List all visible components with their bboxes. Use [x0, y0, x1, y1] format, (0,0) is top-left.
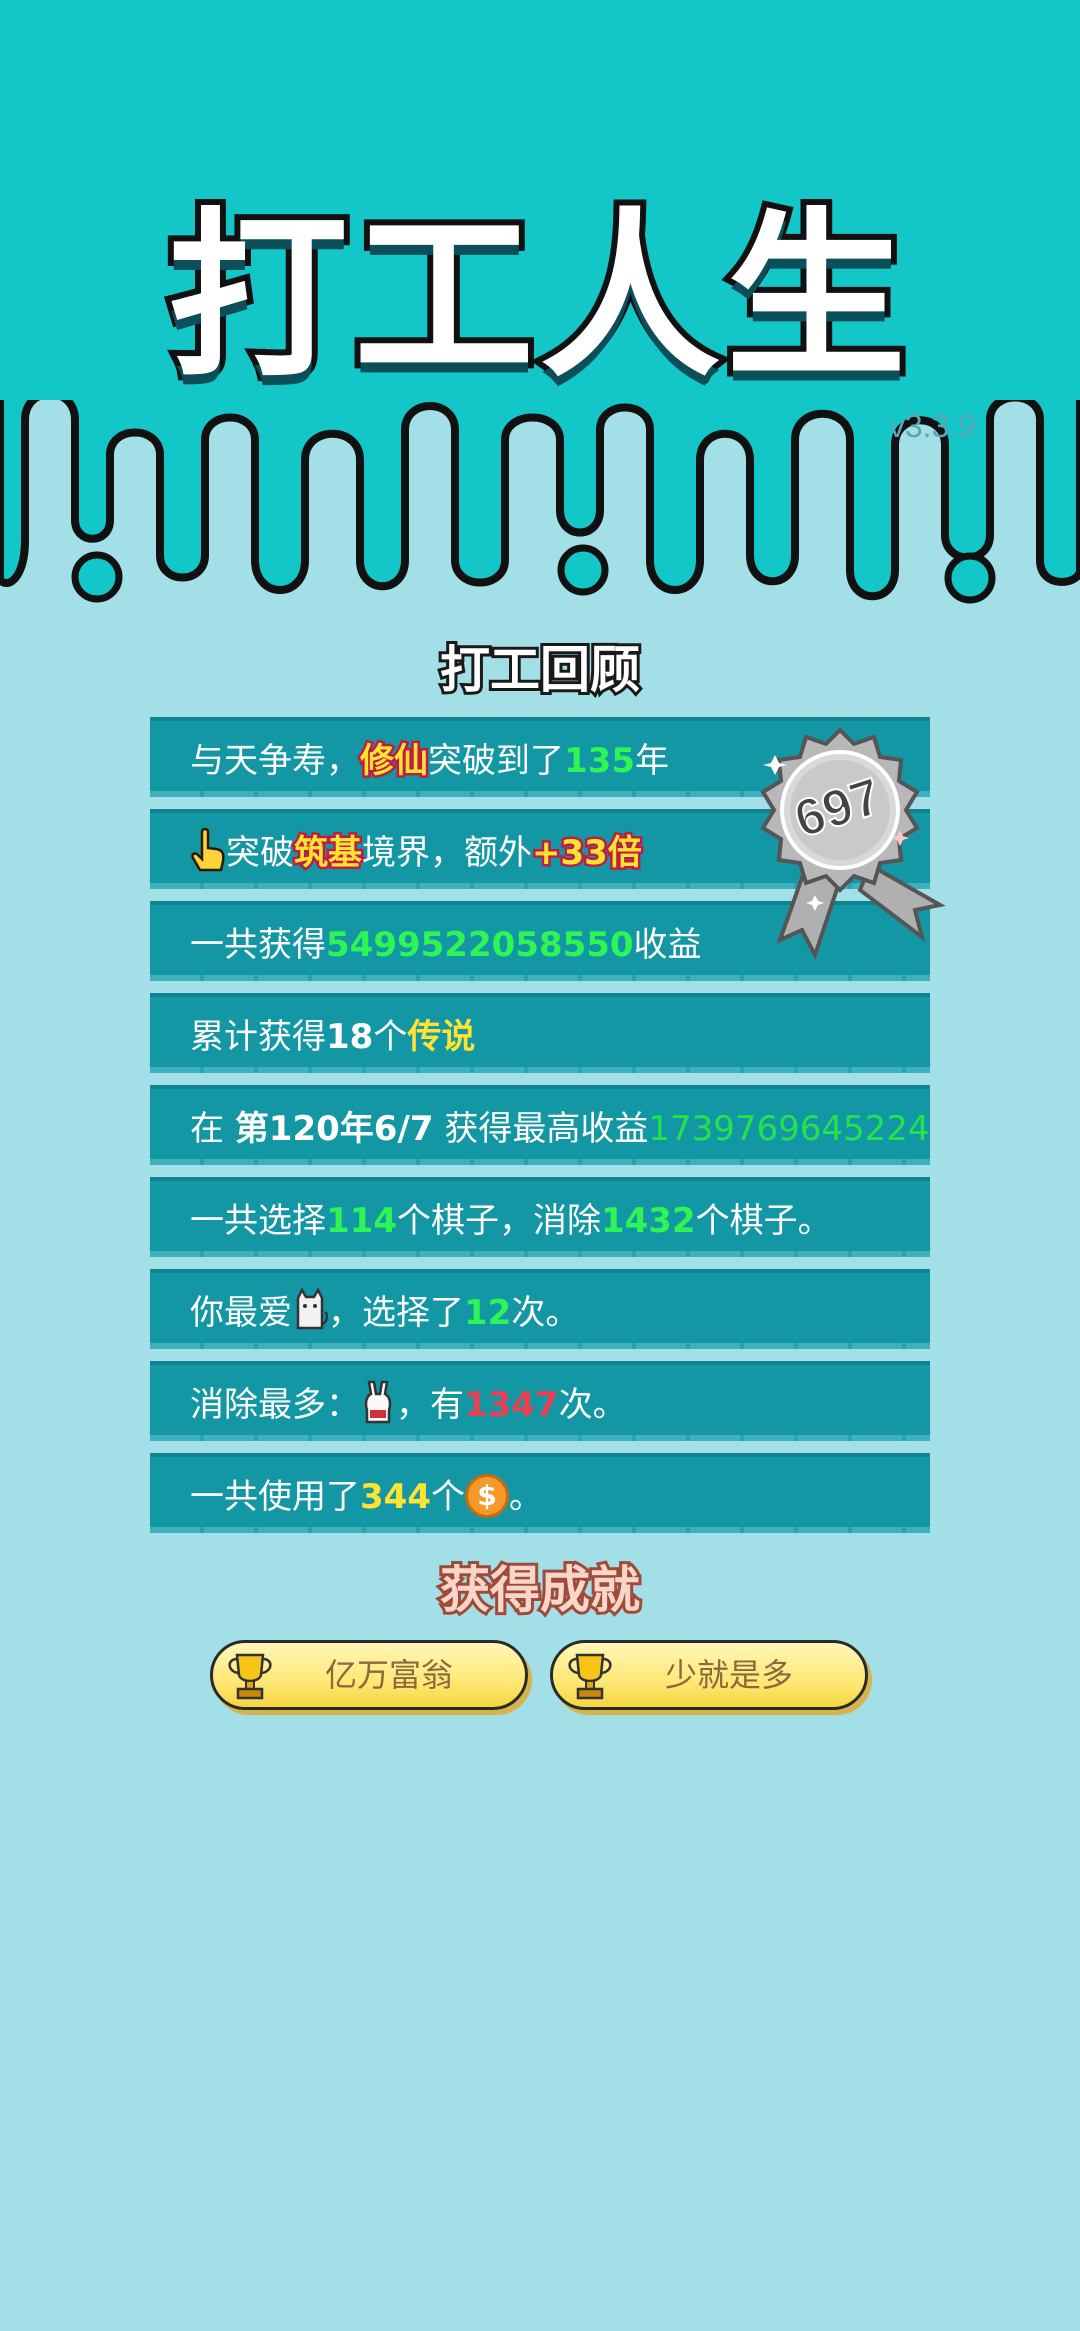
achievement-button-billionaire[interactable]: 亿万富翁	[210, 1640, 528, 1710]
row-text: 获得最高收益	[433, 1109, 649, 1149]
row-text: ，有	[396, 1385, 464, 1425]
trophy-icon	[228, 1653, 272, 1700]
row-text: 突破到了	[428, 741, 564, 781]
row-text: 。	[508, 1477, 543, 1517]
row-value: 1739769645224	[648, 1109, 930, 1149]
row-text: 个棋子，消除	[396, 1201, 601, 1241]
achievement-label: 少就是多	[664, 1656, 793, 1694]
row-value: 第120年6/7	[234, 1109, 434, 1149]
row-text: 个棋子。	[695, 1201, 832, 1241]
trophy-icon	[568, 1653, 612, 1700]
pointing-hand-icon	[191, 827, 225, 871]
row-text: 一共选择	[190, 1201, 326, 1241]
coin-icon: $	[464, 1473, 509, 1518]
row-text: 境界，额外	[362, 833, 532, 873]
row-value: +33倍	[530, 831, 645, 876]
review-title: 打工回顾	[437, 638, 643, 702]
row-text: 一共使用了	[190, 1477, 360, 1517]
row-text: 收益	[633, 925, 702, 965]
achievement-label: 亿万富翁	[324, 1656, 453, 1694]
achievements-title: 获得成就	[437, 1558, 643, 1622]
version-label: v3.3.9	[888, 408, 976, 444]
row-text: 你最爱	[190, 1293, 292, 1333]
row-text: 个	[430, 1477, 465, 1517]
award-badge-icon: 697	[760, 727, 946, 960]
row-value: 1432	[600, 1201, 696, 1241]
row-value: 344	[360, 1477, 431, 1517]
row-text: 一共获得	[190, 925, 326, 965]
row-text: 个	[373, 1017, 408, 1057]
row-value: 18	[326, 1017, 374, 1057]
list-item: 一共选择114个棋子，消除1432个棋子。	[150, 1177, 930, 1257]
row-text: 在	[190, 1109, 235, 1149]
row-text: 消除最多：	[190, 1385, 360, 1425]
row-value: 5499522058550	[326, 925, 634, 965]
list-item: 累计获得18个传说	[150, 993, 930, 1073]
list-item: 消除最多： ，有1347次。	[150, 1361, 930, 1441]
row-value: 1347	[464, 1385, 559, 1425]
achievement-button-less-is-more[interactable]: 少就是多	[550, 1640, 868, 1710]
list-item: 一共使用了344个 $。	[150, 1453, 930, 1533]
header: 打工人生 v3.3.9	[0, 0, 1080, 640]
row-value: 12	[464, 1293, 512, 1333]
row-text: 累计获得	[190, 1017, 326, 1057]
row-text: 突破	[226, 833, 294, 873]
list-item: 在 第120年6/7 获得最高收益1739769645224	[150, 1085, 930, 1165]
row-tag: 筑基	[292, 831, 365, 876]
row-text: 年	[634, 741, 669, 781]
row-text: ，选择了	[328, 1293, 464, 1333]
row-text: 次。	[511, 1293, 580, 1333]
row-value: 135	[564, 741, 635, 781]
row-value: 114	[326, 1201, 397, 1241]
row-tag: 修仙	[358, 739, 431, 784]
cat-icon	[296, 1287, 328, 1329]
row-text: 次。	[558, 1385, 627, 1425]
row-text: 与天争寿，	[190, 741, 360, 781]
row-tag: 传说	[407, 1017, 476, 1057]
game-title: 打工人生	[162, 187, 912, 408]
list-item: 你最爱 ，选择了12次。	[150, 1269, 930, 1349]
rabbit-icon	[364, 1380, 392, 1423]
